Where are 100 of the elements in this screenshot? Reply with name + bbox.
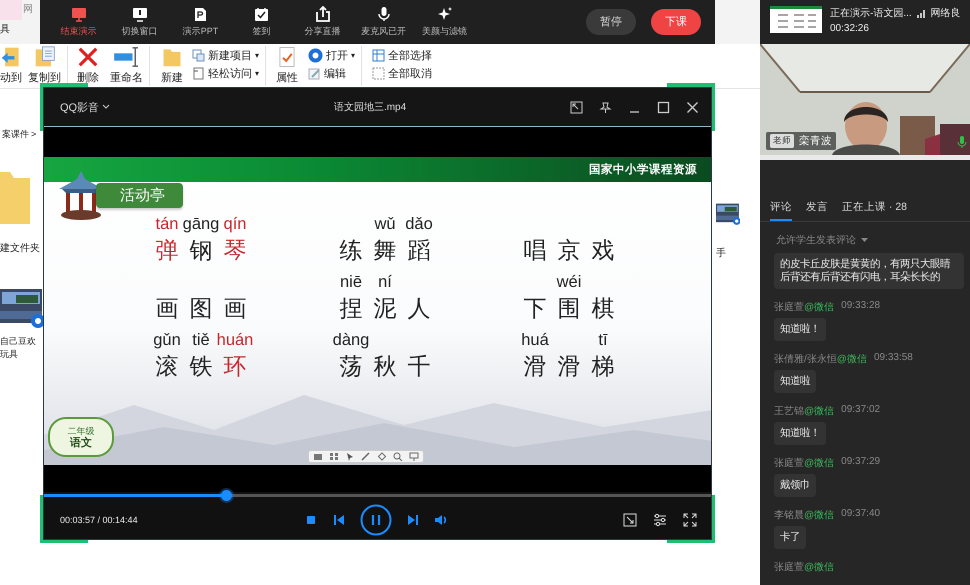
sender-name: 张庭萱 <box>774 456 804 470</box>
ribbon-label[interactable]: 复制到 <box>28 70 61 85</box>
panel-tab[interactable]: 正在上课 · 28 <box>842 200 908 221</box>
ribbon-label[interactable]: 重命名 <box>110 70 143 85</box>
ribbon-item[interactable]: 全部取消 <box>372 64 432 82</box>
volume-button[interactable] <box>434 512 448 526</box>
pinyin-text: gǔn <box>153 331 181 351</box>
pen-icon[interactable] <box>361 452 371 461</box>
panel-tab[interactable]: 发言 <box>806 200 828 221</box>
share-icon <box>316 6 330 22</box>
grid-icon[interactable] <box>329 452 339 461</box>
caret-icon[interactable]: ▾ <box>255 50 260 60</box>
toolbar-button[interactable]: 切换窗口 <box>109 6 170 38</box>
file-name[interactable]: 手 <box>716 247 726 260</box>
hanzi-character: 环 <box>224 353 246 382</box>
toolbar-button[interactable]: 演示PPT <box>170 6 231 38</box>
hanzi-character: 滚 <box>156 353 178 382</box>
search-icon[interactable] <box>393 452 403 461</box>
checklist-icon <box>254 6 269 22</box>
sender-name: 李铭晨 <box>774 508 804 522</box>
message-time: 09:33:58 <box>874 352 913 365</box>
end-class-button[interactable]: 下课 <box>651 9 701 35</box>
progress-thumb[interactable] <box>221 490 232 501</box>
source-tag: @微信 <box>804 508 834 522</box>
hanzi-character: 人 <box>408 295 430 324</box>
ribbon-item[interactable]: 轻松访问 ▾ <box>192 64 260 82</box>
pinyin-text: ní <box>378 273 392 293</box>
pause-button[interactable] <box>360 504 392 536</box>
resource-title: 国家中小学课程资源 <box>589 162 697 177</box>
select-all-icon <box>372 48 386 62</box>
hanzi-character: 练 <box>340 237 362 266</box>
grade-badge: 二年级 语文 <box>48 417 114 457</box>
window-icon <box>132 6 148 22</box>
toolbar-button[interactable]: 美颜与滤镜 <box>414 6 475 38</box>
window-title: 语文园地三.mp4 <box>332 100 408 114</box>
pinyin-text: qín <box>224 215 246 235</box>
pinyin-text: gāng <box>182 215 220 235</box>
ribbon-item[interactable]: 全部选择 <box>372 46 432 64</box>
comment-permission-dropdown[interactable]: 允许学生发表评论 <box>776 233 856 247</box>
mini-mode-icon[interactable] <box>570 100 583 114</box>
eraser-icon[interactable] <box>377 452 387 461</box>
presentation-icon[interactable] <box>409 452 419 461</box>
new-item-icon <box>192 48 205 62</box>
pause-class-button[interactable]: 暂停 <box>586 9 636 35</box>
ribbon-label: 具 <box>0 23 10 36</box>
delete-icon <box>76 46 100 68</box>
cursor-icon[interactable] <box>345 452 355 461</box>
file-name[interactable]: 建文件夹 <box>0 242 40 255</box>
ribbon-label[interactable]: 新建 <box>161 70 183 85</box>
sender-name: 王艺锦 <box>774 404 804 418</box>
chevron-down-icon[interactable] <box>102 104 110 110</box>
chat-message: 知道啦！ <box>774 422 826 445</box>
ribbon-item[interactable]: 打开 ▾ <box>308 46 356 64</box>
toolbar-button[interactable]: 签到 <box>231 6 292 38</box>
ribbon-item[interactable]: 新建项目 ▾ <box>192 46 260 64</box>
close-icon[interactable] <box>686 100 699 114</box>
fullscreen-button[interactable] <box>683 512 697 526</box>
pinyin-text: tán <box>156 215 178 235</box>
source-tag: @微信 <box>804 456 834 470</box>
source-tag: @微信 <box>804 404 834 418</box>
hanzi-character: 舞 <box>374 237 396 266</box>
app-menu[interactable]: QQ影音 <box>60 100 100 114</box>
caret-icon[interactable]: ▾ <box>255 68 260 78</box>
ribbon-item[interactable]: 编辑 <box>308 64 356 82</box>
hanzi-character: 琴 <box>224 237 246 266</box>
pin-icon[interactable] <box>599 100 612 114</box>
hanzi-character: 图 <box>190 295 212 324</box>
breadcrumb-item[interactable]: 案课件 <box>2 128 29 140</box>
section-tag: 活动亭 <box>96 182 183 208</box>
previous-button[interactable] <box>332 512 346 526</box>
ribbon-label[interactable]: 删除 <box>77 70 99 85</box>
screenshot-button[interactable] <box>623 512 637 526</box>
network-status: 网络良 <box>930 6 961 20</box>
breadcrumb-arrow[interactable]: > <box>31 129 36 139</box>
elapsed-time: 00:32:26 <box>830 23 870 34</box>
hanzi-character: 下 <box>524 295 546 324</box>
microphone-icon <box>378 6 390 22</box>
panel-tab[interactable]: 评论 <box>770 200 792 221</box>
caret-icon[interactable]: ▾ <box>351 50 356 60</box>
select-none-icon <box>372 66 386 80</box>
sender-name: 张庭萱 <box>774 300 804 314</box>
toolbar-button[interactable]: 麦克风已开 <box>353 6 414 38</box>
next-button[interactable] <box>406 512 420 526</box>
hanzi-character: 钢 <box>190 237 212 266</box>
hanzi-character: 弹 <box>156 237 178 266</box>
chat-message: 知道啦 <box>774 370 816 393</box>
toolbar-button[interactable]: 分享直播 <box>292 6 353 38</box>
settings-icon[interactable] <box>653 512 667 526</box>
teacher-name: 栾青波 <box>799 134 832 148</box>
progress-track[interactable] <box>44 494 711 497</box>
chat-message: 卡了 <box>774 526 806 549</box>
file-name[interactable]: 玩具 <box>0 348 18 361</box>
maximize-icon[interactable] <box>657 100 670 114</box>
caret-icon[interactable] <box>861 238 868 242</box>
ribbon-label[interactable]: 动到 <box>0 70 22 85</box>
hanzi-character: 滑 <box>524 353 546 382</box>
file-name[interactable]: 自己豆欢 <box>0 335 36 348</box>
ribbon-label[interactable]: 属性 <box>276 70 298 85</box>
pinyin-text: dàng <box>332 331 370 351</box>
toolbar-button[interactable]: 结束演示 <box>48 6 109 38</box>
